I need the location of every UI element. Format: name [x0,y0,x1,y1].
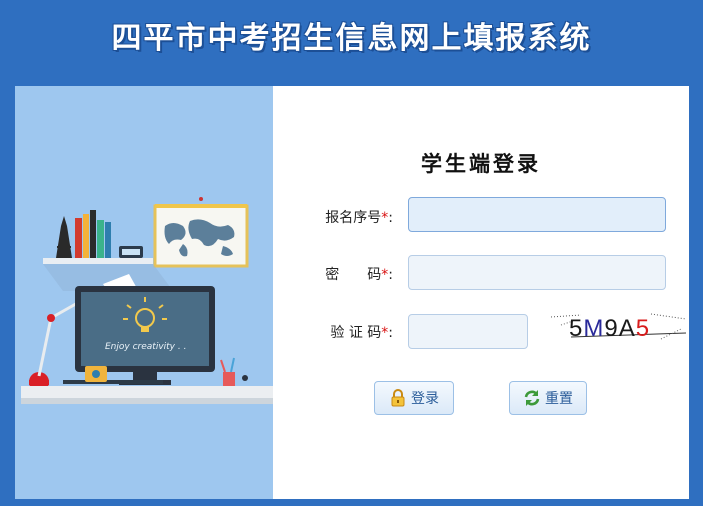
login-panel: Enjoy creativity . . 学生端登录 报名序号*: 密 码*: … [15,86,689,499]
captcha-char: M [583,315,605,342]
monitor-text: Enjoy creativity . . [105,342,187,352]
reg-no-label: 报名序号*: [325,210,393,226]
login-button[interactable]: 登录 [374,381,454,415]
reset-button[interactable]: 重置 [509,381,587,415]
workspace-illustration: Enjoy creativity . . [15,86,273,499]
captcha-char: 5 [635,315,651,342]
password-label: 密 码*: [325,267,393,283]
captcha-char: 5 [569,315,584,342]
captcha-char: A [618,315,636,342]
captcha-image[interactable]: 5M9A5 [550,311,687,345]
password-input[interactable] [408,255,666,290]
lock-icon [389,389,407,407]
reg-no-input[interactable] [408,197,666,232]
refresh-icon [523,389,541,407]
login-title: 学生端登录 [421,152,541,176]
captcha-label: 验 证 码*: [330,325,393,341]
captcha-input[interactable] [408,314,528,349]
page-title: 四平市中考招生信息网上填报系统 [111,21,592,56]
captcha-text: 5M9A5 [569,315,650,343]
login-form: 学生端登录 报名序号*: 密 码*: 验 证 码*: 5M9A5 登录 重置 [273,86,689,499]
captcha-char: 9 [604,315,619,342]
